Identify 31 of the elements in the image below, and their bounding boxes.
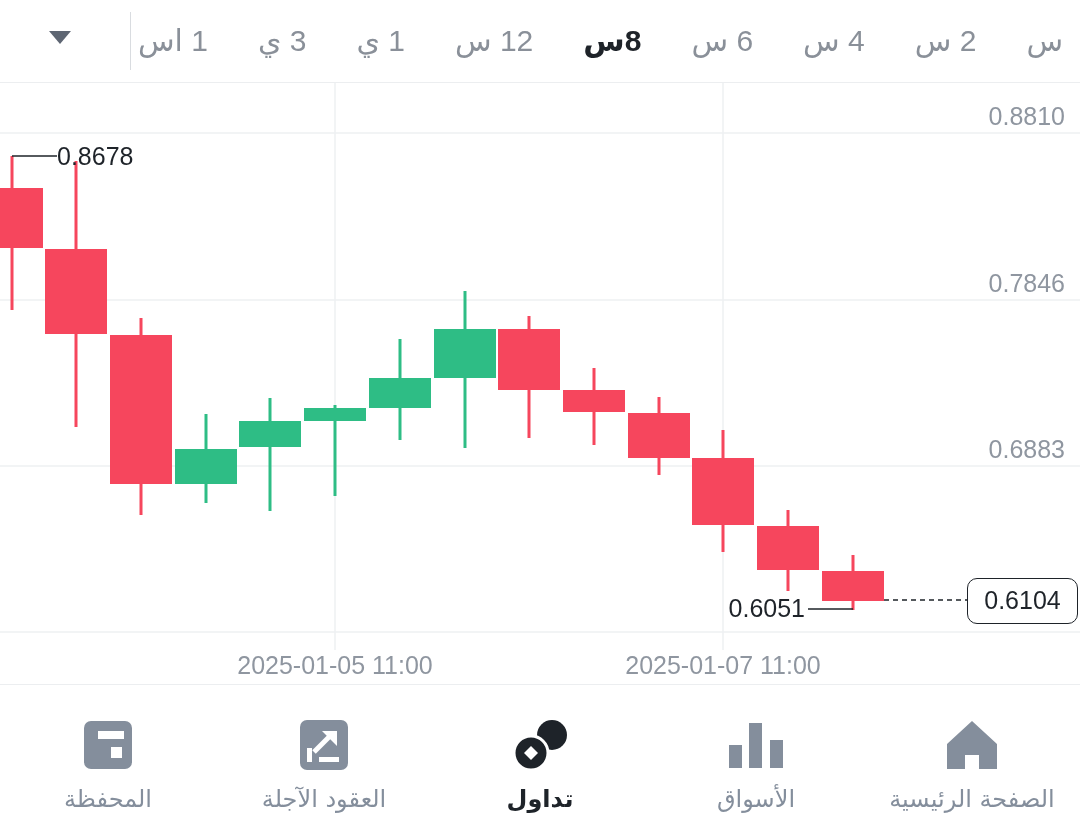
nav-tab[interactable]: المحفظة (64, 719, 153, 815)
coins-icon (513, 720, 567, 770)
timeframe-tab[interactable]: 4 س (803, 23, 865, 59)
falling-candle (822, 555, 884, 610)
timeframe-tab[interactable]: 1 ي (356, 23, 405, 59)
nav-tab[interactable]: الأسواق (716, 719, 796, 815)
nav-tab[interactable]: الصفحة الرئيسية (889, 719, 1055, 815)
price-axis-label: 0.7846 (988, 269, 1065, 297)
high-price-label: 0.8678 (57, 142, 134, 170)
bar-chart-icon (729, 722, 783, 768)
last-price-label: 0.6104 (967, 578, 1078, 624)
timeframe-tab[interactable]: 1 اس (137, 23, 208, 59)
time-axis-label: 2025-01-07 11:00 (625, 651, 821, 679)
timeframe-tab[interactable]: 2 س (914, 23, 977, 59)
leader-line (807, 608, 854, 610)
leader-line (11, 155, 58, 157)
timeframe-tab[interactable]: 8س (583, 23, 642, 59)
time-axis-label: 2025-01-05 11:00 (237, 651, 433, 679)
caret-down-icon[interactable] (49, 31, 71, 44)
nav-tab[interactable]: العقود الآجلة (261, 719, 387, 815)
timeframe-tab[interactable]: 3 ي (257, 23, 307, 59)
wallet-icon (84, 721, 132, 769)
low-price-label: 0.6051 (728, 594, 805, 622)
price-axis-label: 0.8810 (988, 102, 1065, 130)
arrow-square-icon (300, 720, 348, 770)
timeframe-tab[interactable]: 12 س (454, 23, 534, 59)
timeframe-tab[interactable]: س (1026, 23, 1063, 59)
home-icon (947, 721, 997, 769)
price-axis-label: 0.6883 (988, 435, 1065, 463)
nav-tab[interactable]: تداول (506, 719, 574, 815)
timeframe-tab[interactable]: 6 س (691, 23, 754, 59)
